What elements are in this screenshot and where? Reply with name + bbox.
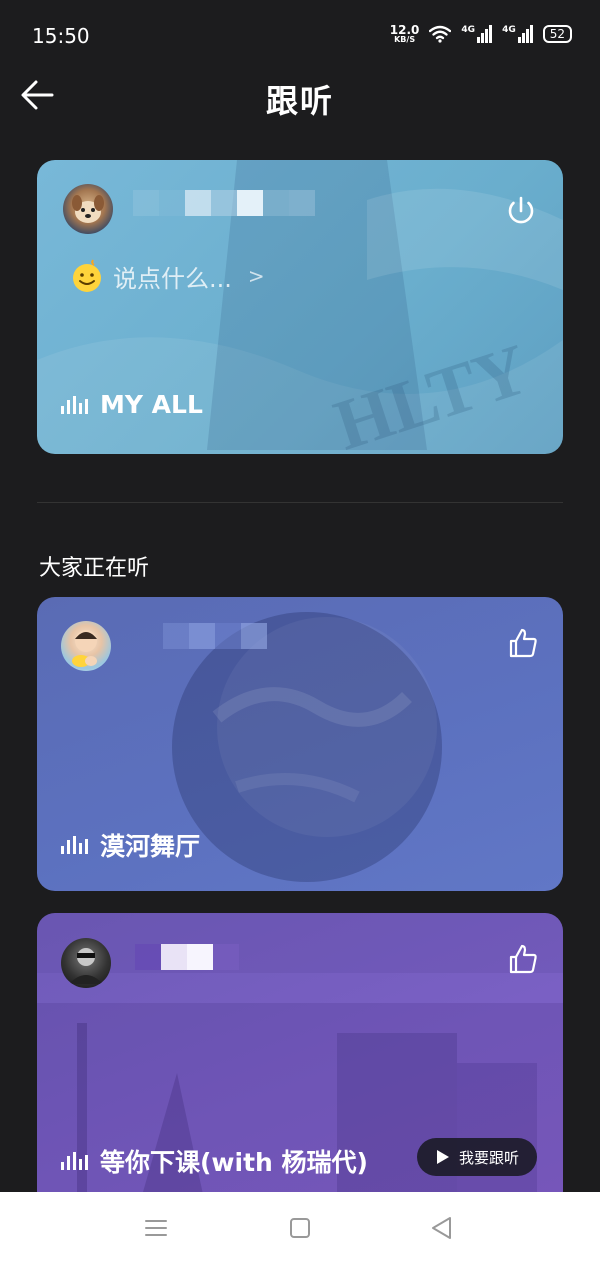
follow-listen-button[interactable]: 我要跟听 [416,1138,537,1176]
now-playing-row: 漠河舞厅 [61,827,200,863]
now-playing-row: 等你下课(with 杨瑞代) [61,1143,368,1179]
listening-card[interactable]: 等你下课(with 杨瑞代) 我要跟听 [37,913,563,1213]
net-speed: 12.0 KB/S [390,24,420,44]
signal-label: 4G [502,25,516,35]
say-something-row[interactable]: 说点什么... > [69,258,265,294]
username-mosaic [133,190,315,216]
dog-avatar-icon [72,195,104,223]
smile-emoji-icon [73,259,101,292]
header: 跟听 [0,70,600,120]
status-icons: 12.0 KB/S 4G 4G 52 [390,24,572,44]
username-mosaic [135,944,239,970]
username-mosaic [163,623,267,649]
section-title: 大家正在听 [39,556,150,581]
listening-card[interactable]: 漠河舞厅 [37,597,563,891]
chevron-right-icon: > [247,264,265,288]
system-nav-bar [0,1192,600,1266]
divider [37,502,563,503]
person-avatar-icon [69,948,103,984]
back-triangle-icon[interactable] [424,1210,460,1246]
now-playing-row: MY ALL [61,390,203,419]
net-speed-unit: KB/S [394,35,416,44]
song-title: MY ALL [100,390,203,419]
power-icon[interactable] [503,194,539,230]
my-listening-card[interactable]: HLTY 说点什么... > MY ALL [37,160,563,454]
follow-listen-label: 我要跟听 [458,1148,519,1167]
thumbs-up-icon[interactable] [507,627,539,659]
thumbs-up-icon[interactable] [507,943,539,975]
signal-label: 4G [461,25,476,35]
avatar[interactable] [63,184,113,234]
signal-icon: 4G [502,25,533,43]
signal-icon: 4G [461,25,493,43]
menu-icon[interactable] [138,1210,174,1246]
avatar[interactable] [61,938,111,988]
say-something-text: 说点什么... [113,264,232,293]
home-square-icon[interactable] [282,1210,318,1246]
child-avatar-icon [72,630,97,667]
equalizer-icon [61,1152,88,1170]
battery-icon: 52 [542,25,572,43]
page-title: 跟听 [265,82,334,120]
song-title: 漠河舞厅 [100,832,201,861]
equalizer-icon [61,395,88,414]
play-icon [436,1150,449,1164]
status-time: 15:50 [32,24,90,48]
avatar[interactable] [61,621,111,671]
status-bar: 15:50 12.0 KB/S 4G 4G 52 [0,0,600,70]
wifi-icon [429,25,452,43]
equalizer-icon [61,836,88,854]
song-title: 等你下课(with 杨瑞代) [100,1148,368,1177]
